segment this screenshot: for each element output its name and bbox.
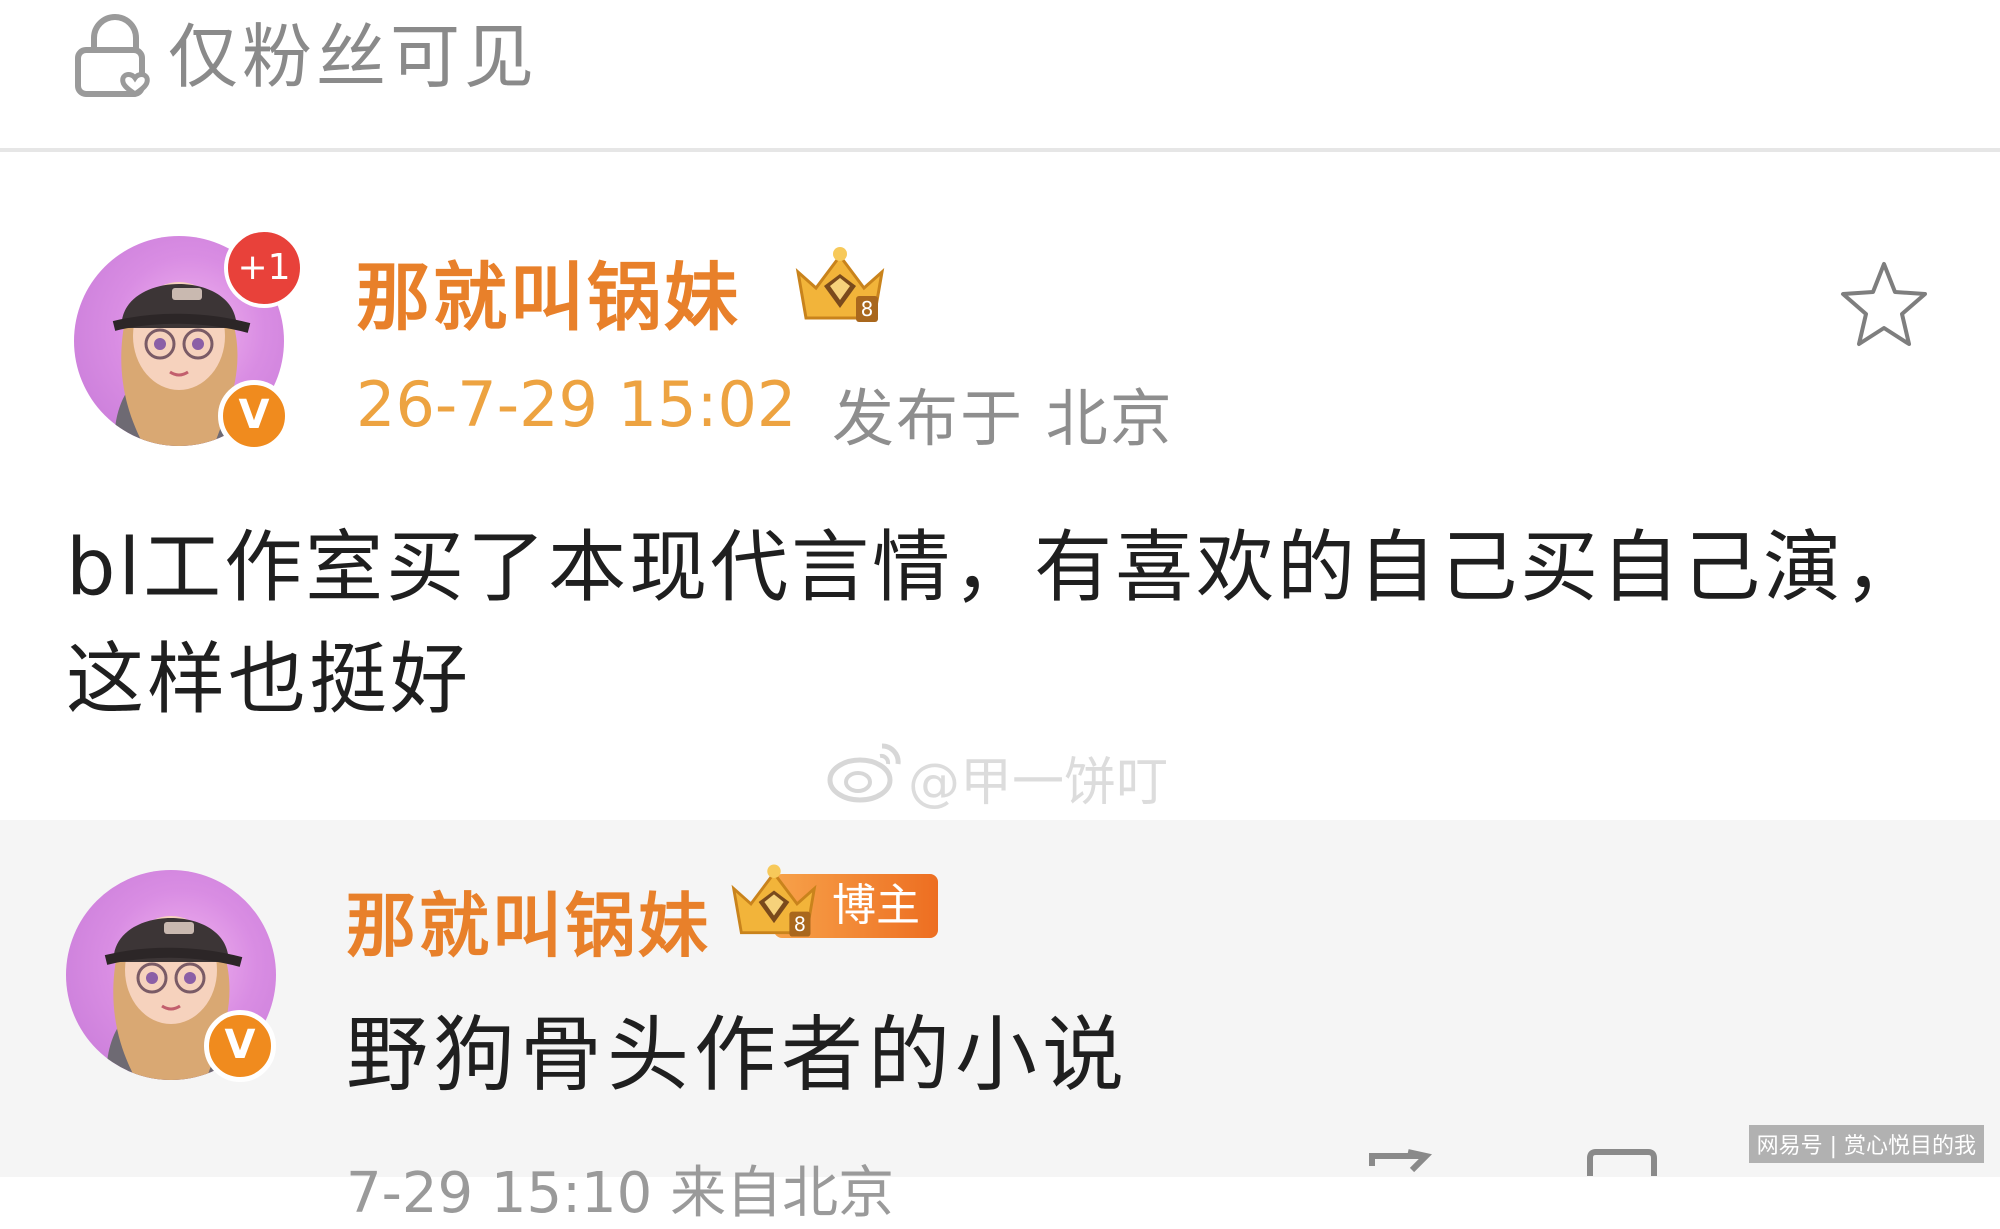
- visibility-bar: 仅粉丝可见: [0, 0, 2000, 148]
- weibo-logo-icon: [827, 743, 901, 803]
- lock-heart-icon: [75, 14, 150, 98]
- star-icon[interactable]: [1838, 258, 1930, 350]
- comment-author-name[interactable]: 那就叫锅妹: [346, 870, 711, 971]
- visibility-label: 仅粉丝可见: [168, 16, 538, 98]
- svg-text:8: 8: [861, 297, 874, 321]
- verified-badge: V: [204, 1010, 276, 1082]
- svg-text:8: 8: [794, 913, 806, 936]
- post-body-text: bl工作室买了本现代言情，有喜欢的自己买自己演，这样也挺好: [66, 523, 1926, 725]
- notification-badge: +1: [224, 228, 304, 308]
- post-author-name[interactable]: 那就叫锅妹: [356, 238, 741, 345]
- post-location: 发布于 北京: [832, 382, 1174, 455]
- watermark-text: @甲一饼叮: [908, 753, 1169, 813]
- diamond-crown-icon: 8: [795, 247, 885, 322]
- source-watermark: 网易号 | 赏心悦目的我: [1748, 1125, 1984, 1163]
- comment-author-avatar[interactable]: V: [66, 870, 296, 1100]
- post-author-avatar[interactable]: +1 V: [74, 228, 304, 466]
- verified-badge: V: [218, 380, 290, 452]
- comment-meta: 7-29 15:10 来自北京: [346, 1161, 895, 1226]
- diamond-crown-icon: 8: [731, 864, 817, 937]
- post-time: 26-7-29 15:02: [356, 368, 797, 441]
- share-icon[interactable]: [1362, 1146, 1452, 1206]
- comment-icon[interactable]: [1582, 1146, 1662, 1206]
- comment-text: 野狗骨头作者的小说: [346, 1008, 1130, 1103]
